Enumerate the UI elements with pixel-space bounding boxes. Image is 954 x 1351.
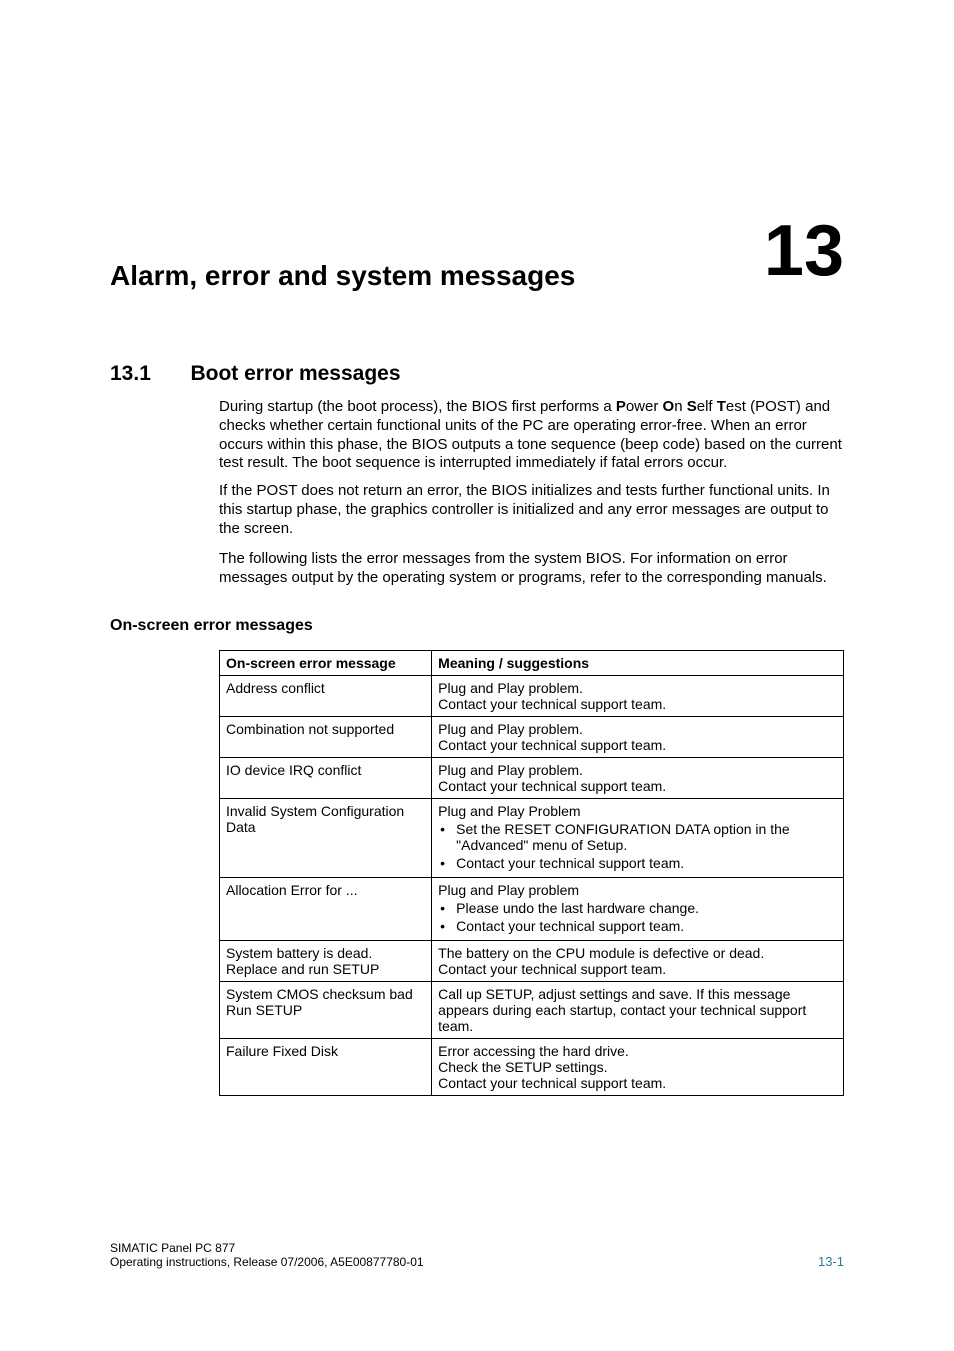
table-cell-message: Allocation Error for ... [220,878,432,941]
text-span: During startup (the boot process), the B… [219,398,616,415]
section-title: Boot error messages [190,362,400,386]
table-cell-message: Address conflict [220,676,432,717]
section-heading: 13.1 Boot error messages [110,362,844,386]
paragraph-3: The following lists the error messages f… [219,550,844,588]
paragraph-1: During startup (the boot process), the B… [219,398,844,473]
list-item: Set the RESET CONFIGURATION DATA option … [438,821,837,853]
text-span: n [674,398,687,415]
table-row: System CMOS checksum bad Run SETUPCall u… [220,982,844,1039]
table-cell-meaning: Plug and Play ProblemSet the RESET CONFI… [432,799,844,878]
page-footer: SIMATIC Panel PC 877 Operating instructi… [110,1241,844,1269]
paragraph-2: If the POST does not return an error, th… [219,482,844,538]
chapter-title: Alarm, error and system messages [110,260,575,292]
table-row: IO device IRQ conflictPlug and Play prob… [220,758,844,799]
bold-letter-o: O [663,398,675,415]
footer-release: Operating instructions, Release 07/2006,… [110,1255,844,1269]
table-cell-message: Combination not supported [220,717,432,758]
bold-letter-t: T [717,398,726,415]
document-page: 13 Alarm, error and system messages 13.1… [0,0,954,1351]
table-row: Invalid System Configuration DataPlug an… [220,799,844,878]
table-cell-meaning: Plug and Play problem.Contact your techn… [432,717,844,758]
text-span: elf [697,398,717,415]
error-messages-table-wrap: On-screen error message Meaning / sugges… [219,650,844,1096]
table-cell-meaning: Call up SETUP, adjust settings and save.… [432,982,844,1039]
table-cell-meaning: Plug and Play problem.Contact your techn… [432,758,844,799]
list-item: Please undo the last hardware change. [438,900,837,916]
suggestion-list: Please undo the last hardware change. Con… [438,900,837,934]
subheading-on-screen-errors: On-screen error messages [110,617,313,635]
footer-product: SIMATIC Panel PC 877 [110,1241,844,1255]
table-header-message: On-screen error message [220,651,432,676]
table-cell-message: Failure Fixed Disk [220,1039,432,1096]
chapter-number: 13 [764,210,844,292]
bold-letter-s: S [687,398,697,415]
table-row: Failure Fixed DiskError accessing the ha… [220,1039,844,1096]
table-cell-meaning: Plug and Play problemPlease undo the las… [432,878,844,941]
table-row: Combination not supportedPlug and Play p… [220,717,844,758]
table-cell-meaning: Plug and Play problem.Contact your techn… [432,676,844,717]
list-item: Contact your technical support team. [438,855,837,871]
table-cell-meaning: Error accessing the hard drive.Check the… [432,1039,844,1096]
table-row: Address conflictPlug and Play problem.Co… [220,676,844,717]
text-span: ower [626,398,663,415]
table-header-meaning: Meaning / suggestions [432,651,844,676]
list-item: Contact your technical support team. [438,918,837,934]
table-header-row: On-screen error message Meaning / sugges… [220,651,844,676]
table-cell-message: Invalid System Configuration Data [220,799,432,878]
table-cell-message: System battery is dead. Replace and run … [220,941,432,982]
table-row: Allocation Error for ...Plug and Play pr… [220,878,844,941]
section-number: 13.1 [110,362,186,386]
error-messages-table: On-screen error message Meaning / sugges… [219,650,844,1096]
table-cell-message: System CMOS checksum bad Run SETUP [220,982,432,1039]
bold-letter-p: P [616,398,626,415]
table-cell-message: IO device IRQ conflict [220,758,432,799]
table-row: System battery is dead. Replace and run … [220,941,844,982]
table-cell-meaning: The battery on the CPU module is defecti… [432,941,844,982]
page-number: 13-1 [818,1254,844,1269]
suggestion-list: Set the RESET CONFIGURATION DATA option … [438,821,837,871]
table-body: Address conflictPlug and Play problem.Co… [220,676,844,1096]
